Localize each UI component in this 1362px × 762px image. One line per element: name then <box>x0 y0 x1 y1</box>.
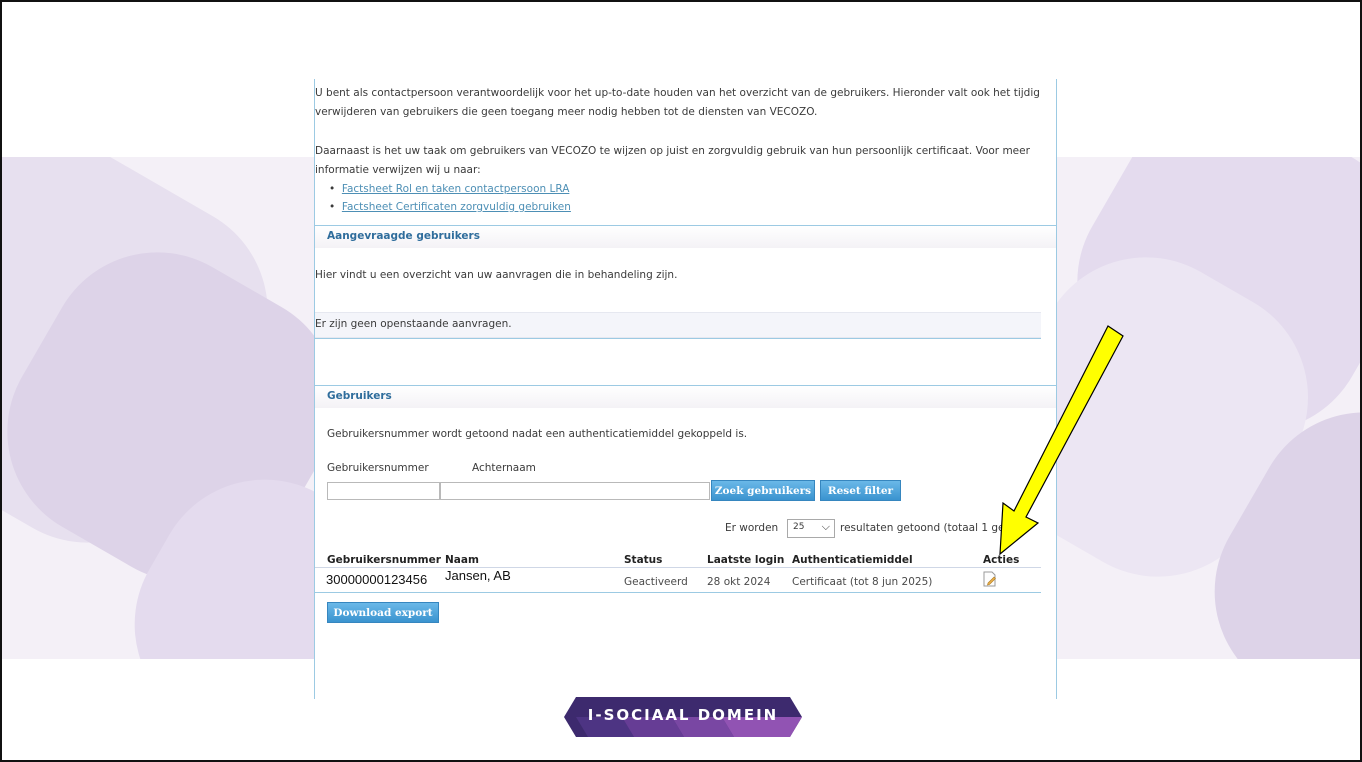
yellow-arrow-icon <box>999 325 1124 556</box>
slide-frame: U bent als contactpersoon verantwoordeli… <box>0 0 1362 762</box>
logo-text: I-SOCIAAL DOMEIN <box>587 706 779 724</box>
i-sociaal-domein-logo: I-SOCIAAL DOMEIN <box>562 697 804 737</box>
annotation-arrow <box>999 325 1124 556</box>
